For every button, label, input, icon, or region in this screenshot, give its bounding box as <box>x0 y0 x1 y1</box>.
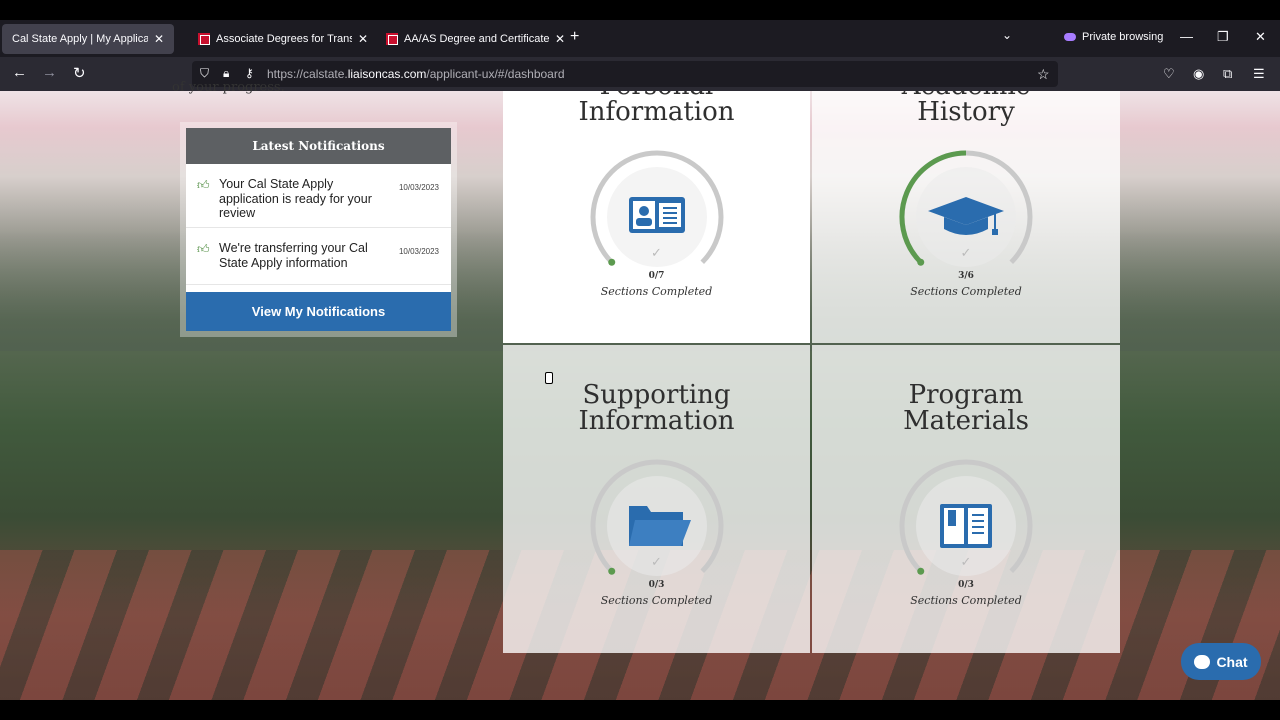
url-text[interactable]: https://calstate.liaisoncas.com/applican… <box>267 67 565 81</box>
tab-associate-degrees[interactable]: Associate Degrees for Transfer ✕ <box>188 20 378 57</box>
menu-hamburger-icon[interactable]: ☰ <box>1253 66 1265 82</box>
notification-date: 10/03/2023 <box>398 247 439 256</box>
browser-window: Cal State Apply | My Application Da ✕ As… <box>0 0 1280 720</box>
section-title: Supporting Information <box>503 382 810 434</box>
progress-ring <box>899 459 1033 576</box>
sections-completed-label: Sections Completed <box>600 594 713 607</box>
window-top-edge <box>0 0 1280 20</box>
notification-date: 10/03/2023 <box>398 183 439 192</box>
lock-icon[interactable]: 🔒︎ <box>223 66 229 81</box>
section-card[interactable]: AcademicHistory ✓ 3/6 Sections Completed <box>812 91 1120 343</box>
close-tab-icon[interactable]: ✕ <box>358 32 368 46</box>
notification-item[interactable]: 👍︎ Your Cal State Apply application is r… <box>186 164 451 228</box>
view-my-notifications-button[interactable]: View My Notifications <box>186 292 451 331</box>
private-browsing-indicator: Private browsing <box>1064 31 1163 43</box>
bookmark-star-icon[interactable]: ☆ <box>1037 66 1050 83</box>
section-title-line2: History <box>917 97 1015 127</box>
close-tab-icon[interactable]: ✕ <box>555 32 565 46</box>
back-arrow-icon[interactable]: ← <box>12 64 27 81</box>
section-title: PersonalInformation <box>503 91 810 125</box>
url-domain: liaisoncas.com <box>347 67 427 81</box>
url-path: /applicant-ux/#/dashboard <box>426 67 565 81</box>
tab-title: Cal State Apply | My Application Da <box>12 33 148 45</box>
forward-arrow-icon[interactable]: → <box>42 64 57 81</box>
tab-aa-as-degree[interactable]: AA/AS Degree and Certificate P ✕ <box>376 20 575 57</box>
progress-ring <box>899 150 1033 267</box>
tab-title: AA/AS Degree and Certificate P <box>404 32 549 45</box>
section-title-line2: Materials <box>903 406 1029 436</box>
close-window-icon[interactable]: ✕ <box>1255 29 1266 45</box>
thumbs-up-icon: 👍︎ <box>197 242 210 256</box>
minimize-icon[interactable]: — <box>1180 29 1193 44</box>
reload-icon[interactable]: ↻ <box>73 64 86 82</box>
progress-ring <box>590 459 723 576</box>
section-title: Program Materials <box>812 382 1120 434</box>
notifications-title: Latest Notifications <box>186 128 451 164</box>
notification-item[interactable]: 👍︎ We're transferring your Cal State App… <box>186 228 451 285</box>
tracking-protection-shield-icon[interactable]: ⛉ <box>200 66 209 81</box>
section-card[interactable]: Program Materials ✓ 0/3 Sections Completed <box>812 345 1120 653</box>
account-icon[interactable]: ◉ <box>1193 66 1204 82</box>
notification-text: Your Cal State Apply application is read… <box>219 177 372 220</box>
checkmark-icon: ✓ <box>651 554 662 569</box>
restore-icon[interactable]: ❐ <box>1217 29 1229 45</box>
checkmark-icon: ✓ <box>960 245 972 260</box>
section-title: AcademicHistory <box>812 91 1120 125</box>
chat-button[interactable]: Chat <box>1181 643 1261 680</box>
tab-title: Associate Degrees for Transfer <box>216 32 352 45</box>
sections-count: 3/6 <box>958 271 974 281</box>
url-prefix: https://calstate. <box>267 67 348 81</box>
chat-bubble-icon <box>1194 654 1211 669</box>
notification-text: We're transferring your Cal State Apply … <box>219 241 368 270</box>
sections-count: 0/7 <box>648 271 665 281</box>
section-title-line2: Information <box>578 406 735 436</box>
folder-icon <box>628 506 691 546</box>
id-card-icon <box>628 197 685 233</box>
section-title-line1: Program <box>908 380 1024 410</box>
latest-notifications-panel: Latest Notifications 👍︎ Your Cal State A… <box>186 128 451 331</box>
private-browsing-label: Private browsing <box>1082 31 1164 43</box>
private-mask-icon <box>1064 33 1076 41</box>
sections-completed-label: Sections Completed <box>910 594 1022 607</box>
thumbs-up-icon: 👍︎ <box>197 178 210 192</box>
progress-ring <box>590 150 723 267</box>
checkmark-icon: ✓ <box>651 245 662 260</box>
sections-count: 0/3 <box>958 580 974 590</box>
sections-completed-label: Sections Completed <box>910 285 1022 298</box>
chat-label: Chat <box>1216 653 1248 670</box>
section-title-line2: Information <box>578 97 735 127</box>
sections-completed-label: Sections Completed <box>600 285 713 298</box>
csu-favicon-icon <box>386 32 398 45</box>
book-icon <box>940 504 992 548</box>
checkmark-icon: ✓ <box>960 554 972 569</box>
sections-count: 0/3 <box>648 580 665 590</box>
permissions-key-icon[interactable]: ⚷ <box>245 66 254 80</box>
close-tab-icon[interactable]: ✕ <box>154 32 164 46</box>
section-card[interactable]: PersonalInformation ✓ 0/7 Sections Complete… <box>503 91 810 343</box>
tab-cal-state-apply[interactable]: Cal State Apply | My Application Da ✕ <box>2 24 175 54</box>
section-title-line1: Supporting <box>582 380 731 410</box>
pocket-icon[interactable]: ♡ <box>1163 66 1175 82</box>
section-card[interactable]: Supporting Information ✓ 0/3 Sections Comple… <box>503 345 810 653</box>
extensions-icon[interactable]: ⧉ <box>1223 66 1232 82</box>
list-tabs-chevron-icon[interactable]: ⌄ <box>1002 28 1012 42</box>
progress-description: of your progress. <box>172 80 285 95</box>
new-tab-icon[interactable]: + <box>570 28 579 46</box>
mouse-cursor-icon <box>545 372 553 384</box>
window-bottom-edge <box>0 700 1280 720</box>
csu-favicon-icon <box>198 32 210 45</box>
